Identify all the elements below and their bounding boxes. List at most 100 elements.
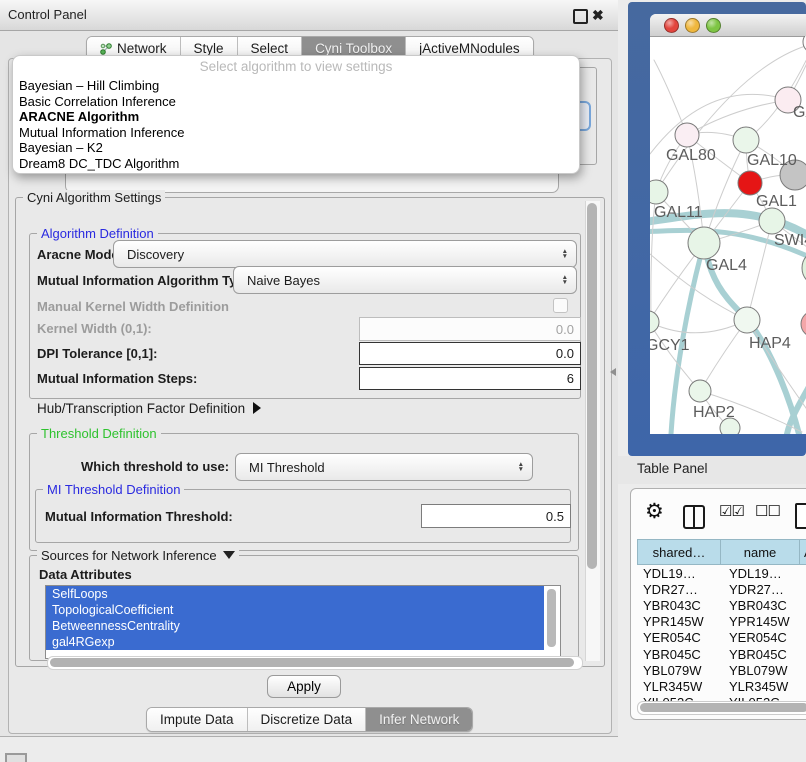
table-row[interactable]: YER054CYER054C8.	[637, 630, 806, 646]
column-header-3[interactable]: A	[799, 539, 806, 565]
network-node-swi4[interactable]	[759, 208, 785, 234]
tab-label: Cyni Toolbox	[315, 41, 392, 56]
mi-steps-label: Mutual Information Steps:	[37, 371, 197, 386]
table-row[interactable]: YLR345WYLR345W9.	[637, 678, 806, 694]
network-region: GALGAL80GAL10GAL1GAL11SWI4GAL4GCY1HAP4YH…	[618, 0, 806, 762]
network-icon	[100, 43, 112, 55]
algorithm-option[interactable]: Mutual Information Inference	[13, 125, 579, 141]
table-row[interactable]: YDR27…YDR27…12	[637, 581, 806, 597]
hub-definition-label: Hub/Transcription Factor Definition	[37, 401, 245, 416]
threshold-definition-legend: Threshold Definition	[37, 426, 161, 441]
sources-legend[interactable]: Sources for Network Inference	[37, 548, 239, 563]
network-node-gal1[interactable]	[738, 171, 762, 195]
cyni-algorithm-settings-legend: Cyni Algorithm Settings	[23, 190, 165, 205]
data-attribute-item[interactable]: TopologicalCoefficient	[46, 602, 544, 618]
network-edge[interactable]	[650, 94, 788, 154]
table-row[interactable]: YBR043CYBR043C	[637, 597, 806, 613]
mi-threshold-label: Mutual Information Threshold:	[45, 509, 233, 524]
table-panel-header: Table Panel	[618, 456, 806, 484]
network-view-window: GALGAL80GAL10GAL1GAL11SWI4GAL4GCY1HAP4YH…	[650, 14, 806, 434]
which-threshold-label: Which threshold to use:	[81, 459, 229, 474]
tab-infer-network[interactable]: Infer Network	[366, 708, 472, 731]
columns-icon[interactable]	[683, 505, 705, 529]
tab-impute-data[interactable]: Impute Data	[147, 708, 248, 731]
float-window-icon[interactable]	[573, 9, 588, 24]
table-row[interactable]: YPR145WYPR145W9.	[637, 614, 806, 630]
collapse-down-icon	[223, 551, 235, 559]
network-node-hap4[interactable]	[734, 307, 760, 333]
table-cell: YLR345W	[637, 679, 725, 694]
algorithm-option[interactable]: Basic Correlation Inference	[13, 94, 579, 110]
dpi-tolerance-field[interactable]: 0.0	[359, 342, 581, 365]
mi-steps-field[interactable]: 6	[359, 367, 581, 390]
table-hscrollbar-thumb[interactable]	[640, 703, 806, 712]
minimize-traffic-light-icon[interactable]	[685, 18, 700, 33]
apply-button[interactable]: Apply	[267, 675, 341, 698]
kernel-width-label: Kernel Width (0,1):	[37, 321, 152, 336]
minimized-panel-icon[interactable]	[5, 753, 27, 762]
close-icon[interactable]: ✖	[592, 7, 604, 23]
table-cell: YBL079W	[637, 663, 725, 678]
attributes-list-scrollbar[interactable]	[547, 589, 556, 647]
network-node-gal80[interactable]	[675, 123, 699, 147]
table-cell: YER054C	[637, 630, 725, 645]
algorithm-option[interactable]: Bayesian – K2	[13, 140, 579, 156]
table-row[interactable]: YDL19…YDL19…13	[637, 565, 806, 581]
close-traffic-light-icon[interactable]	[664, 18, 679, 33]
deselect-all-checkboxes-icon[interactable]: ☐☐	[755, 502, 780, 520]
mi-threshold-field[interactable]: 0.5	[421, 504, 571, 528]
settings-hscrollbar[interactable]	[47, 656, 583, 670]
table-cell: YDL19…	[725, 566, 806, 581]
network-window-titlebar	[650, 14, 806, 37]
table-hscrollbar[interactable]	[637, 701, 806, 715]
data-attributes-label: Data Attributes	[39, 567, 132, 582]
table-cell: YPR145W	[725, 614, 806, 629]
splitter-collapse-icon[interactable]	[610, 368, 616, 376]
network-node-gal11[interactable]	[650, 180, 668, 204]
aracne-mode-combobox[interactable]: Discovery ▲▼	[113, 240, 577, 268]
table-row[interactable]: YBL079WYBL079W	[637, 662, 806, 678]
algorithm-option[interactable]: Bayesian – Hill Climbing	[13, 78, 579, 94]
zoom-traffic-light-icon[interactable]	[706, 18, 721, 33]
network-node-label: GAL1	[756, 193, 797, 210]
network-node-label: GAL80	[666, 147, 716, 164]
algorithm-dropdown-popup: Select algorithm to view settings Bayesi…	[12, 55, 580, 174]
network-node-label: GAL4	[706, 257, 747, 274]
manual-kernel-width-label: Manual Kernel Width Definition	[37, 299, 229, 314]
network-node-gal10[interactable]	[733, 127, 759, 153]
settings-hscrollbar-thumb[interactable]	[50, 658, 574, 667]
table-panel: ⚙ ☑☑ ☐☐ shared…nameA YDL19…YDL19…13YDR27…	[630, 488, 806, 720]
network-node-label: HAP4	[749, 335, 791, 352]
network-node-y[interactable]	[801, 311, 806, 337]
which-threshold-combobox[interactable]: MI Threshold ▲▼	[235, 453, 533, 481]
expand-right-icon	[253, 402, 261, 414]
gear-icon[interactable]: ⚙	[645, 499, 664, 524]
algorithm-option[interactable]: ARACNE Algorithm	[13, 109, 579, 125]
window-title: Control Panel	[8, 0, 87, 30]
network-canvas[interactable]: GALGAL80GAL10GAL1GAL11SWI4GAL4GCY1HAP4YH…	[650, 36, 806, 434]
kernel-width-field[interactable]: 0.0	[359, 317, 581, 341]
hub-definition-toggle[interactable]: Hub/Transcription Factor Definition	[37, 401, 261, 416]
column-header-2[interactable]: name	[720, 539, 799, 565]
select-all-checkboxes-icon[interactable]: ☑☑	[719, 502, 744, 520]
mi-algorithm-type-combobox[interactable]: Naive Bayes ▲▼	[233, 266, 577, 294]
network-edge[interactable]	[651, 320, 747, 333]
algorithm-option[interactable]: Dream8 DC_TDC Algorithm	[13, 156, 579, 172]
table-row[interactable]: YBR045CYBR045C9.	[637, 646, 806, 662]
network-node-gal4[interactable]	[688, 227, 720, 259]
data-attribute-item[interactable]: gal4RGexp	[46, 634, 544, 650]
table-function-icon[interactable]	[795, 503, 806, 529]
network-node-hap2[interactable]	[689, 380, 711, 402]
network-desktop-frame: GALGAL80GAL10GAL1GAL11SWI4GAL4GCY1HAP4YH…	[628, 2, 806, 456]
data-attributes-list[interactable]: SelfLoopsTopologicalCoefficientBetweenne…	[45, 585, 561, 659]
column-header-1[interactable]: shared…	[637, 539, 720, 565]
dpi-tolerance-label: DPI Tolerance [0,1]:	[37, 346, 157, 361]
table-body: YDL19…YDL19…13YDR27…YDR27…12YBR043CYBR04…	[637, 565, 806, 701]
algorithm-dropdown-prompt: Select algorithm to view settings	[13, 56, 579, 78]
settings-vscrollbar-thumb[interactable]	[587, 203, 597, 569]
data-attribute-item[interactable]: SelfLoops	[46, 586, 544, 602]
data-attribute-item[interactable]: BetweennessCentrality	[46, 618, 544, 634]
manual-kernel-width-checkbox[interactable]	[553, 298, 568, 313]
tab-discretize-data[interactable]: Discretize Data	[248, 708, 367, 731]
network-node-gcy1[interactable]	[650, 311, 659, 333]
